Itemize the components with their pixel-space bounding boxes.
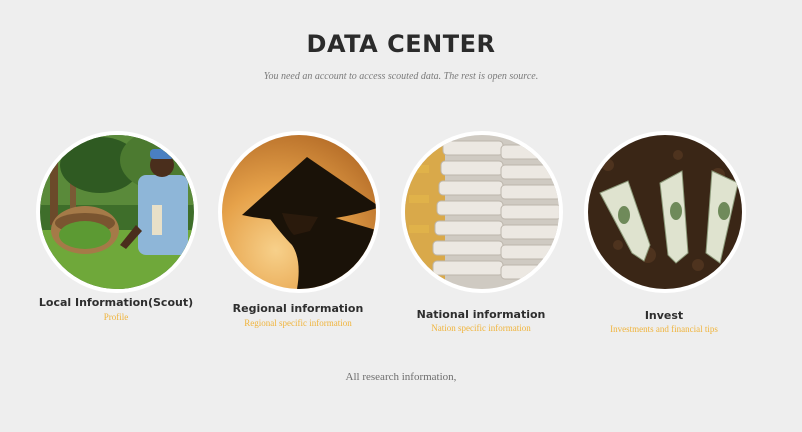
card-title[interactable]: Invest	[574, 309, 754, 322]
farmer-picking-tea-photo[interactable]	[36, 131, 198, 293]
money-plants-photo[interactable]	[584, 131, 746, 293]
card-title[interactable]: National information	[391, 308, 571, 321]
footer-text: All research information,	[345, 371, 457, 383]
card-subtitle[interactable]: Profile	[26, 312, 206, 322]
card-subtitle[interactable]: Investments and financial tips	[574, 324, 754, 334]
page-subtitle: You need an account to access scouted da…	[263, 71, 539, 82]
conical-hat-silhouette-photo[interactable]	[218, 131, 380, 293]
card-subtitle[interactable]: Nation specific information	[391, 323, 571, 333]
grain-sacks-photo[interactable]	[401, 131, 563, 293]
card-title[interactable]: Local Information(Scout)	[26, 296, 206, 309]
card-title[interactable]: Regional information	[208, 302, 388, 315]
page-title: DATA CENTER	[306, 30, 496, 58]
card-subtitle[interactable]: Regional specific information	[208, 318, 388, 328]
